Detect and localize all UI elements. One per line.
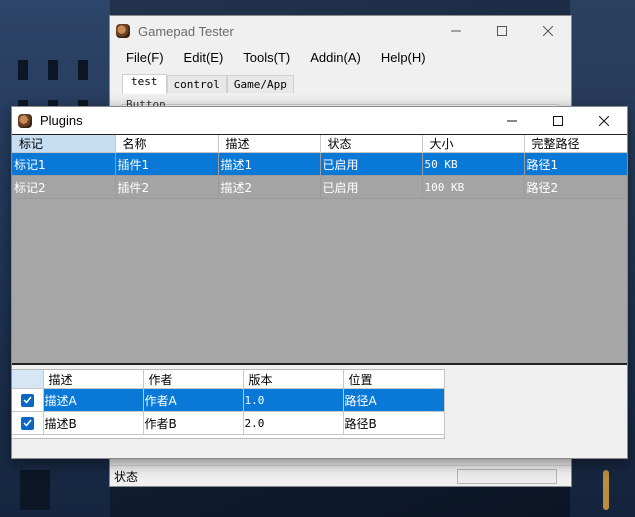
menu-addin[interactable]: Addin(A) <box>300 50 371 65</box>
close-icon <box>599 115 609 126</box>
table-row[interactable]: 标记2 插件2 描述2 已启用 100 KB 路径2 <box>12 175 627 199</box>
minimize-icon <box>507 120 517 121</box>
status-text: 状态 <box>114 469 139 484</box>
cell-description[interactable]: 描述2 <box>218 175 321 199</box>
cell-status[interactable]: 已启用 <box>320 152 423 176</box>
cell-full-path[interactable]: 路径2 <box>524 175 627 199</box>
dialog-close-button[interactable] <box>581 107 627 134</box>
cell-full-path[interactable]: 路径1 <box>524 152 627 176</box>
details-header-corner[interactable] <box>12 370 44 389</box>
maximize-icon <box>497 26 507 36</box>
cell-description[interactable]: 描述B <box>43 411 144 435</box>
checkbox-checked-icon[interactable] <box>20 416 34 430</box>
tab-test[interactable]: test <box>122 74 167 94</box>
column-header-name[interactable]: 名称 <box>115 135 219 153</box>
cell-size[interactable]: 50 KB <box>422 152 525 176</box>
plugin-details-grid[interactable]: 描述 作者 版本 位置 描述A 作者A 1.0 路径A 描述B 作者B 2.0 … <box>12 369 445 439</box>
column-header-author[interactable]: 作者 <box>143 370 244 389</box>
menu-bar: File(F) Edit(E) Tools(T) Addin(A) Help(H… <box>110 46 571 68</box>
tab-game-app[interactable]: Game/App <box>226 75 294 93</box>
minimize-icon <box>451 30 461 32</box>
cell-status[interactable]: 已启用 <box>320 175 423 199</box>
cell-tag[interactable]: 标记2 <box>12 175 116 199</box>
tab-strip: test control Game/App <box>122 74 571 94</box>
cell-name[interactable]: 插件1 <box>115 152 219 176</box>
dialog-maximize-button[interactable] <box>535 107 581 134</box>
tab-control[interactable]: control <box>166 75 227 93</box>
dialog-title-bar[interactable]: Plugins <box>12 107 627 134</box>
row-checkbox[interactable] <box>12 388 44 412</box>
status-progress-field <box>457 469 557 484</box>
dialog-minimize-button[interactable] <box>489 107 535 134</box>
checkbox-checked-icon[interactable] <box>20 393 34 407</box>
cell-author[interactable]: 作者A <box>143 388 244 412</box>
column-header-description[interactable]: 描述 <box>218 135 321 153</box>
status-bar: 状态 <box>110 465 571 486</box>
column-header-tag[interactable]: 标记 <box>12 135 116 153</box>
cell-tag[interactable]: 标记1 <box>12 152 116 176</box>
cell-size[interactable]: 100 KB <box>422 175 525 199</box>
plugins-grid[interactable]: 标记 名称 描述 状态 大小 完整路径 标记1 插件1 描述1 已启用 50 K… <box>12 134 627 365</box>
dialog-app-icon <box>18 113 32 128</box>
minimize-button[interactable] <box>433 16 479 46</box>
plugins-dialog: Plugins 标记 名称 描述 状态 大小 完整路径 标记1 插件1 描述1 … <box>11 106 628 459</box>
cell-name[interactable]: 插件2 <box>115 175 219 199</box>
table-row[interactable]: 描述A 作者A 1.0 路径A <box>12 388 445 412</box>
window-title: Gamepad Tester <box>138 23 234 39</box>
close-icon <box>543 26 553 36</box>
menu-file[interactable]: File(F) <box>116 50 174 65</box>
maximize-button[interactable] <box>479 16 525 46</box>
menu-help[interactable]: Help(H) <box>371 50 436 65</box>
cell-version[interactable]: 2.0 <box>243 411 344 435</box>
column-header-size[interactable]: 大小 <box>422 135 525 153</box>
column-header-version[interactable]: 版本 <box>243 370 344 389</box>
plugins-grid-header: 标记 名称 描述 状态 大小 完整路径 <box>12 135 627 153</box>
cell-version[interactable]: 1.0 <box>243 388 344 412</box>
title-bar[interactable]: Gamepad Tester <box>110 16 571 46</box>
menu-edit[interactable]: Edit(E) <box>174 50 234 65</box>
maximize-icon <box>553 115 563 126</box>
close-button[interactable] <box>525 16 571 46</box>
column-header-location[interactable]: 位置 <box>343 370 445 389</box>
details-grid-header: 描述 作者 版本 位置 <box>12 370 445 389</box>
cell-description[interactable]: 描述A <box>43 388 144 412</box>
column-header-full-path[interactable]: 完整路径 <box>524 135 627 153</box>
cell-description[interactable]: 描述1 <box>218 152 321 176</box>
column-header-description[interactable]: 描述 <box>43 370 144 389</box>
menu-tools[interactable]: Tools(T) <box>233 50 300 65</box>
cell-location[interactable]: 路径A <box>343 388 445 412</box>
column-header-status[interactable]: 状态 <box>320 135 423 153</box>
app-icon <box>116 24 130 38</box>
dialog-title: Plugins <box>40 113 83 128</box>
cell-location[interactable]: 路径B <box>343 411 445 435</box>
cell-author[interactable]: 作者B <box>143 411 244 435</box>
table-row[interactable]: 描述B 作者B 2.0 路径B <box>12 411 445 435</box>
table-row[interactable]: 标记1 插件1 描述1 已启用 50 KB 路径1 <box>12 152 627 176</box>
row-checkbox[interactable] <box>12 411 44 435</box>
